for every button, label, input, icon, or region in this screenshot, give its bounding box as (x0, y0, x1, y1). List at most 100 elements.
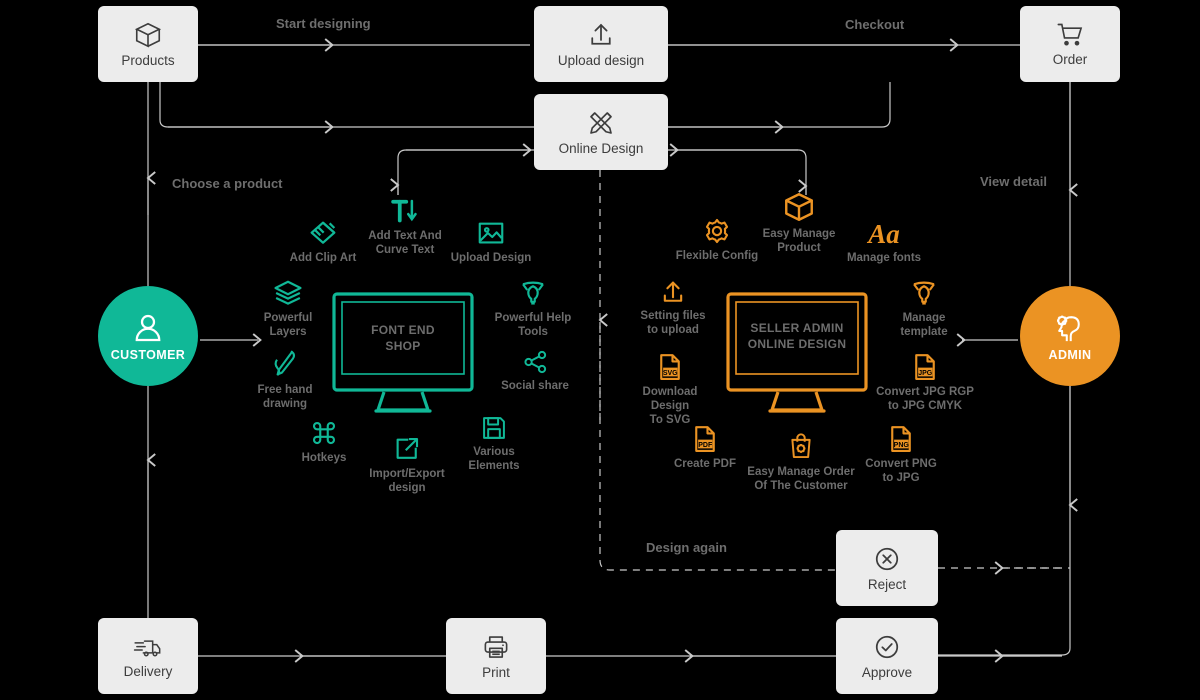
box-icon (134, 23, 162, 48)
font-aa-icon: Aa (868, 219, 900, 249)
feature-setting-files-to-upload[interactable]: Setting files to upload (633, 278, 713, 337)
feature-label: Upload Design (450, 252, 532, 264)
feature-label: Free hand drawing (257, 384, 313, 411)
flow-diagram-canvas: Start designing Checkout Choose a produc… (0, 0, 1200, 700)
seller-admin-screen-text: SELLER ADMIN ONLINE DESIGN (747, 321, 847, 352)
feature-label: Social share (501, 380, 569, 392)
feature-social-share[interactable]: Social share (495, 348, 575, 393)
feature-label: Flexible Config (675, 250, 759, 262)
feature-upload-design[interactable]: Upload Design (450, 218, 532, 265)
file-jpg-icon: JPG (915, 354, 935, 380)
node-order-label: Order (1052, 52, 1088, 68)
pencil-ruler-icon (590, 112, 612, 135)
node-print[interactable]: Print (446, 618, 546, 694)
gear-icon (705, 218, 729, 244)
feature-label: Setting files to upload (640, 310, 706, 337)
floppy-icon (483, 417, 505, 439)
monitor-icon (726, 292, 868, 413)
feature-label: Create PDF (674, 458, 736, 470)
feature-flexible-config[interactable]: Flexible Config (675, 216, 759, 263)
circle-check-icon (875, 636, 899, 659)
feature-easy-manage-order[interactable]: Easy Manage Order Of The Customer (734, 430, 868, 493)
edge-label-design-again: Design again (646, 540, 727, 555)
curve-text-icon (391, 199, 417, 223)
feature-label: Import/Export design (369, 468, 445, 495)
edge-label-start-designing: Start designing (276, 16, 371, 31)
node-approve[interactable]: Approve (836, 618, 938, 694)
feature-label: Download Design To SVG (642, 386, 698, 427)
node-reject-label: Reject (867, 577, 907, 593)
node-online-design-label: Online Design (558, 141, 644, 157)
feature-powerful-help-tools[interactable]: Powerful Help Tools (490, 278, 576, 339)
feature-convert-jpg-rgp-to-cmyk[interactable]: JPG Convert JPG RGP to JPG CMYK (873, 352, 977, 413)
upload-icon (591, 24, 611, 45)
feature-label: Convert JPG RGP to JPG CMYK (876, 386, 974, 413)
node-delivery[interactable]: Delivery (98, 618, 198, 694)
edge-label-view-detail: View detail (980, 174, 1047, 189)
feature-label: Add Clip Art (289, 252, 357, 264)
feature-label: Easy Manage Product (762, 228, 836, 255)
shopping-cart-icon (1057, 23, 1083, 46)
box-icon (785, 193, 813, 221)
pen-icon (274, 350, 296, 376)
node-order[interactable]: Order (1020, 6, 1120, 82)
user-icon (135, 314, 161, 342)
feature-label: Convert PNG to JPG (865, 458, 937, 485)
command-icon (312, 421, 336, 445)
svg-text:PNG: PNG (894, 442, 910, 449)
node-online-design[interactable]: Online Design (534, 94, 668, 170)
edge-label-choose-a-product: Choose a product (172, 176, 283, 191)
feature-manage-fonts[interactable]: Aa Manage fonts (842, 220, 926, 265)
feature-various-elements[interactable]: Various Elements (454, 414, 534, 473)
feature-add-clip-art[interactable]: Add Clip Art (283, 216, 363, 265)
feature-convert-png-to-jpg[interactable]: PNG Convert PNG to JPG (858, 424, 944, 485)
front-end-monitor: FONT END SHOP (332, 292, 474, 419)
feature-hotkeys[interactable]: Hotkeys (284, 418, 364, 465)
actor-customer[interactable]: CUSTOMER (98, 286, 198, 386)
feature-import-export-design[interactable]: Import/Export design (366, 434, 448, 495)
node-approve-label: Approve (861, 665, 913, 681)
feature-label: Easy Manage Order Of The Customer (747, 466, 855, 493)
node-products[interactable]: Products (98, 6, 198, 82)
feature-powerful-layers[interactable]: Powerful Layers (248, 278, 328, 339)
node-upload-design[interactable]: Upload design (534, 6, 668, 82)
svg-text:JPG: JPG (918, 370, 933, 377)
feature-add-text-curve-text[interactable]: Add Text And Curve Text (365, 196, 445, 257)
brain-gear-icon (1056, 315, 1080, 342)
feature-manage-template[interactable]: Manage template (884, 278, 964, 339)
edge-label-checkout: Checkout (845, 17, 905, 32)
feature-easy-manage-product[interactable]: Easy Manage Product (758, 190, 840, 255)
feature-label: Powerful Help Tools (494, 312, 572, 339)
feature-label: Powerful Layers (263, 312, 313, 339)
file-png-icon: PNG (891, 426, 911, 452)
printer-icon (484, 636, 508, 659)
actor-admin-label: ADMIN (1048, 348, 1092, 362)
clip-art-icon (310, 221, 336, 244)
image-icon (478, 222, 504, 244)
feature-label: Manage template (900, 312, 948, 339)
shopping-bag-icon (791, 433, 811, 459)
feature-download-design-to-svg[interactable]: SVG Download Design To SVG (622, 352, 718, 427)
seller-admin-monitor: SELLER ADMIN ONLINE DESIGN (726, 292, 868, 419)
front-end-screen-text: FONT END SHOP (371, 323, 435, 354)
export-icon (396, 437, 419, 459)
file-pdf-icon: PDF (695, 426, 715, 452)
svg-text:PDF: PDF (698, 442, 713, 449)
share-icon (524, 350, 547, 374)
help-tools-icon (522, 281, 544, 305)
node-reject[interactable]: Reject (836, 530, 938, 606)
circle-x-icon (875, 548, 899, 571)
upload-icon (663, 281, 683, 302)
node-print-label: Print (482, 665, 510, 681)
feature-create-pdf[interactable]: PDF Create PDF (665, 424, 745, 471)
feature-free-hand-drawing[interactable]: Free hand drawing (245, 348, 325, 411)
layers-icon (274, 280, 302, 305)
feature-label: Add Text And Curve Text (368, 230, 442, 257)
actor-customer-label: CUSTOMER (110, 348, 186, 362)
truck-icon (133, 640, 161, 657)
help-tools-icon (913, 281, 935, 305)
feature-label: Manage fonts (846, 252, 922, 265)
actor-admin[interactable]: ADMIN (1020, 286, 1120, 386)
feature-label: Various Elements (468, 446, 520, 473)
svg-text:SVG: SVG (663, 370, 678, 377)
